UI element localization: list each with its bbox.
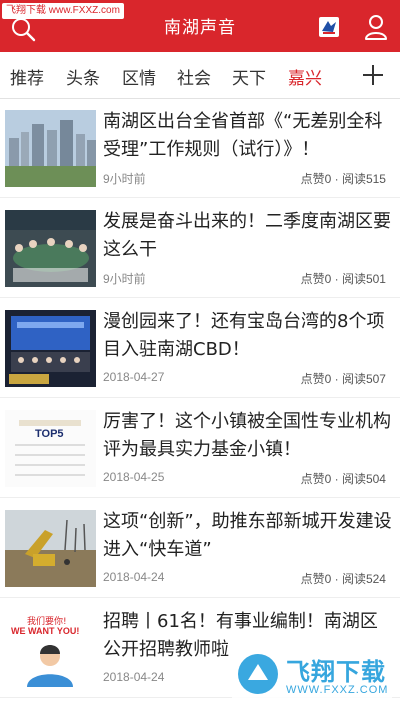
tab-shehui[interactable]: 社会 [177,64,211,89]
article-time: 2018-04-27 [103,370,165,384]
thumbnail-top5-text: TOP5 [35,428,64,440]
article-title[interactable]: 南湖区出台全省首部《“无差别全科受理”工作规则（试行）》！ [103,108,393,164]
article-title[interactable]: 漫创园来了！还有宝岛台湾的8个项目入驻南湖CBD！ [103,308,393,364]
article-thumbnail: 我们要你! WE WANT YOU! [5,610,96,687]
list-item[interactable]: 漫创园来了！还有宝岛台湾的8个项目入驻南湖CBD！ 2018-04-27 点赞0… [0,299,400,398]
page-title: 南湖声音 [164,18,236,38]
article-thumbnail [5,510,96,587]
watermark-logo-icon [238,654,278,694]
article-stats: 点赞0 · 阅读504 [300,472,386,486]
tab-tuijian[interactable]: 推荐 [10,64,44,89]
watermark-overlay: 飞翔下载 WWW.FXXZ.COM [232,648,392,704]
article-thumbnail [5,310,96,387]
article-title[interactable]: 这项“创新”，助推东部新城开发建设进入“快车道” [103,508,393,564]
article-stats: 点赞0 · 阅读507 [300,372,386,386]
article-time: 2018-04-24 [103,570,165,584]
article-stats: 点赞0 · 阅读515 [300,172,386,186]
list-item[interactable]: 发展是奋斗出来的！二季度南湖区要这么干 9小时前 点赞0 · 阅读501 [0,199,400,298]
article-thumbnail: TOP5 [5,410,96,487]
tab-toutiao[interactable]: 头条 [66,64,100,89]
app-logo-icon[interactable] [319,17,339,37]
article-thumbnail [5,110,96,187]
article-stats: 点赞0 · 阅读524 [300,572,386,586]
article-time: 2018-04-24 [103,670,165,684]
app-header: 飞翔下载 www.FXXZ.com 南湖声音 [0,0,400,52]
user-profile-icon[interactable] [364,14,388,40]
article-title[interactable]: 发展是奋斗出来的！二季度南湖区要这么干 [103,208,393,264]
list-item[interactable]: 这项“创新”，助推东部新城开发建设进入“快车道” 2018-04-24 点赞0 … [0,499,400,598]
article-time: 9小时前 [103,172,146,186]
tab-quqing[interactable]: 区情 [122,64,156,89]
article-title[interactable]: 厉害了！这个小镇被全国性专业机构评为最具实力基金小镇！ [103,408,393,464]
watermark-url: WWW.FXXZ.COM [286,684,389,696]
watermark-text: 飞翔下载 [286,658,386,686]
article-thumbnail [5,210,96,287]
tab-jiaxing[interactable]: 嘉兴 [288,64,322,89]
article-time: 2018-04-25 [103,470,165,484]
article-stats: 点赞0 · 阅读501 [300,272,386,286]
category-tab-bar: 推荐 头条 区情 社会 天下 嘉兴 [0,52,400,99]
article-time: 9小时前 [103,272,146,286]
plus-icon[interactable] [362,64,384,86]
tab-tianxia[interactable]: 天下 [232,64,266,89]
list-item[interactable]: 南湖区出台全省首部《“无差别全科受理”工作规则（试行）》！ 9小时前 点赞0 ·… [0,99,400,198]
list-item[interactable]: TOP5 厉害了！这个小镇被全国性专业机构评为最具实力基金小镇！ 2018-04… [0,399,400,498]
